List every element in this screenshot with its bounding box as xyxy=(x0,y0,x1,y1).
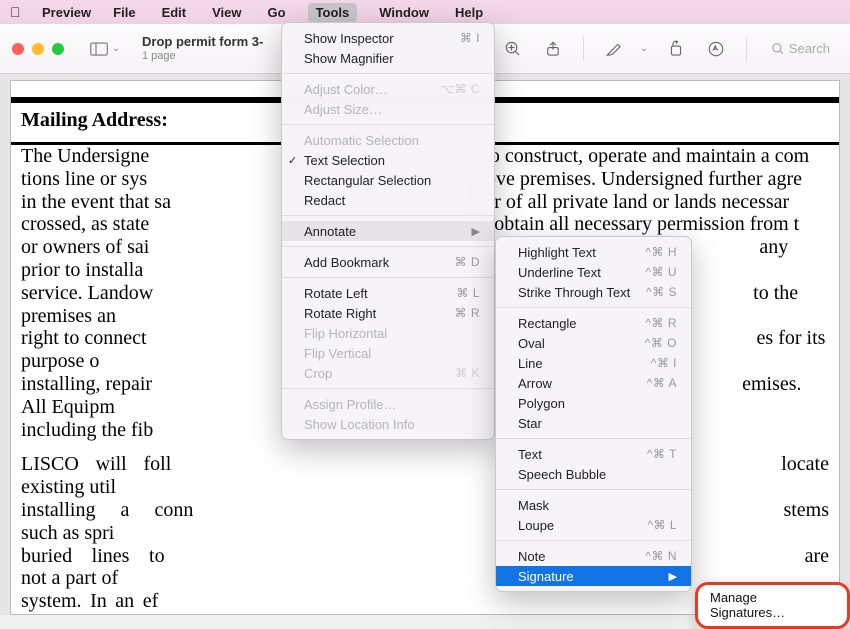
document-subtitle: 1 page xyxy=(142,50,263,63)
menuitem-show-magnifier[interactable]: Show Magnifier xyxy=(282,48,494,68)
search-input[interactable]: Search xyxy=(763,37,838,60)
sidebar-icon xyxy=(90,42,108,56)
share-button[interactable] xyxy=(539,35,567,63)
menuitem-show-location-info: Show Location Info xyxy=(282,414,494,434)
tools-dropdown: Show Inspector⌘ I Show Magnifier Adjust … xyxy=(281,22,495,440)
minimize-window-button[interactable] xyxy=(32,43,44,55)
menuitem-automatic-selection: Automatic Selection xyxy=(282,130,494,150)
manage-signatures-button[interactable]: Manage Signatures… xyxy=(695,582,850,629)
check-icon: ✓ xyxy=(288,154,297,167)
menu-go[interactable]: Go xyxy=(264,3,290,22)
menuitem-oval[interactable]: Oval^⌘ O xyxy=(496,333,691,353)
menuitem-crop: Crop⌘ K xyxy=(282,363,494,383)
app-name[interactable]: Preview xyxy=(42,5,91,20)
search-placeholder: Search xyxy=(789,41,830,56)
markup-toggle-button[interactable] xyxy=(702,35,730,63)
document-title: Drop permit form 3- xyxy=(142,34,263,50)
menu-file[interactable]: File xyxy=(109,3,139,22)
menuitem-rectangle[interactable]: Rectangle^⌘ R xyxy=(496,313,691,333)
menuitem-rectangular-selection[interactable]: Rectangular Selection xyxy=(282,170,494,190)
menuitem-loupe[interactable]: Loupe^⌘ L xyxy=(496,515,691,535)
sidebar-toggle-button[interactable]: ⌄ xyxy=(82,38,130,60)
menuitem-arrow[interactable]: Arrow^⌘ A xyxy=(496,373,691,393)
menuitem-text-selection[interactable]: ✓Text Selection xyxy=(282,150,494,170)
menuitem-star[interactable]: Star xyxy=(496,413,691,433)
menu-bar:  Preview File Edit View Go Tools Window… xyxy=(0,0,850,24)
menu-window[interactable]: Window xyxy=(375,3,433,22)
document-title-area: Drop permit form 3- 1 page xyxy=(142,34,263,63)
zoom-in-button[interactable] xyxy=(499,35,527,63)
menuitem-flip-horizontal: Flip Horizontal xyxy=(282,323,494,343)
chevron-right-icon: ▶ xyxy=(669,570,677,583)
close-window-button[interactable] xyxy=(12,43,24,55)
fullscreen-window-button[interactable] xyxy=(52,43,64,55)
menuitem-strike-through-text[interactable]: Strike Through Text^⌘ S xyxy=(496,282,691,302)
search-icon xyxy=(771,42,785,56)
menuitem-text[interactable]: Text^⌘ T xyxy=(496,444,691,464)
manage-signatures-label: Manage Signatures… xyxy=(710,590,785,620)
apple-menu-icon[interactable]:  xyxy=(10,4,24,20)
menuitem-line[interactable]: Line^⌘ I xyxy=(496,353,691,373)
menu-view[interactable]: View xyxy=(208,3,245,22)
menu-tools[interactable]: Tools xyxy=(308,3,358,22)
menuitem-speech-bubble[interactable]: Speech Bubble xyxy=(496,464,691,484)
chevron-down-icon: ⌄ xyxy=(112,43,122,54)
chevron-right-icon: ▶ xyxy=(472,225,480,238)
menuitem-mask[interactable]: Mask xyxy=(496,495,691,515)
menuitem-assign-profile: Assign Profile… xyxy=(282,394,494,414)
toolbar-separator xyxy=(583,37,584,61)
menuitem-show-inspector[interactable]: Show Inspector⌘ I xyxy=(282,28,494,48)
menuitem-redact[interactable]: Redact xyxy=(282,190,494,210)
menuitem-note[interactable]: Note^⌘ N xyxy=(496,546,691,566)
menuitem-signature[interactable]: Signature▶ xyxy=(496,566,691,586)
menuitem-underline-text[interactable]: Underline Text^⌘ U xyxy=(496,262,691,282)
chevron-down-icon[interactable]: ⌄ xyxy=(640,43,650,54)
highlight-button[interactable] xyxy=(600,35,628,63)
menuitem-add-bookmark[interactable]: Add Bookmark⌘ D xyxy=(282,252,494,272)
menuitem-annotate[interactable]: Annotate▶ xyxy=(282,221,494,241)
menuitem-adjust-size: Adjust Size… xyxy=(282,99,494,119)
menuitem-highlight-text[interactable]: Highlight Text^⌘ H xyxy=(496,242,691,262)
menu-edit[interactable]: Edit xyxy=(158,3,191,22)
menuitem-polygon[interactable]: Polygon xyxy=(496,393,691,413)
menuitem-rotate-right[interactable]: Rotate Right⌘ R xyxy=(282,303,494,323)
rotate-button[interactable] xyxy=(662,35,690,63)
toolbar-separator xyxy=(746,37,747,61)
menu-help[interactable]: Help xyxy=(451,3,487,22)
menuitem-flip-vertical: Flip Vertical xyxy=(282,343,494,363)
menuitem-adjust-color: Adjust Color…⌥⌘ C xyxy=(282,79,494,99)
window-controls xyxy=(12,43,64,55)
menuitem-rotate-left[interactable]: Rotate Left⌘ L xyxy=(282,283,494,303)
annotate-submenu: Highlight Text^⌘ H Underline Text^⌘ U St… xyxy=(495,236,692,592)
